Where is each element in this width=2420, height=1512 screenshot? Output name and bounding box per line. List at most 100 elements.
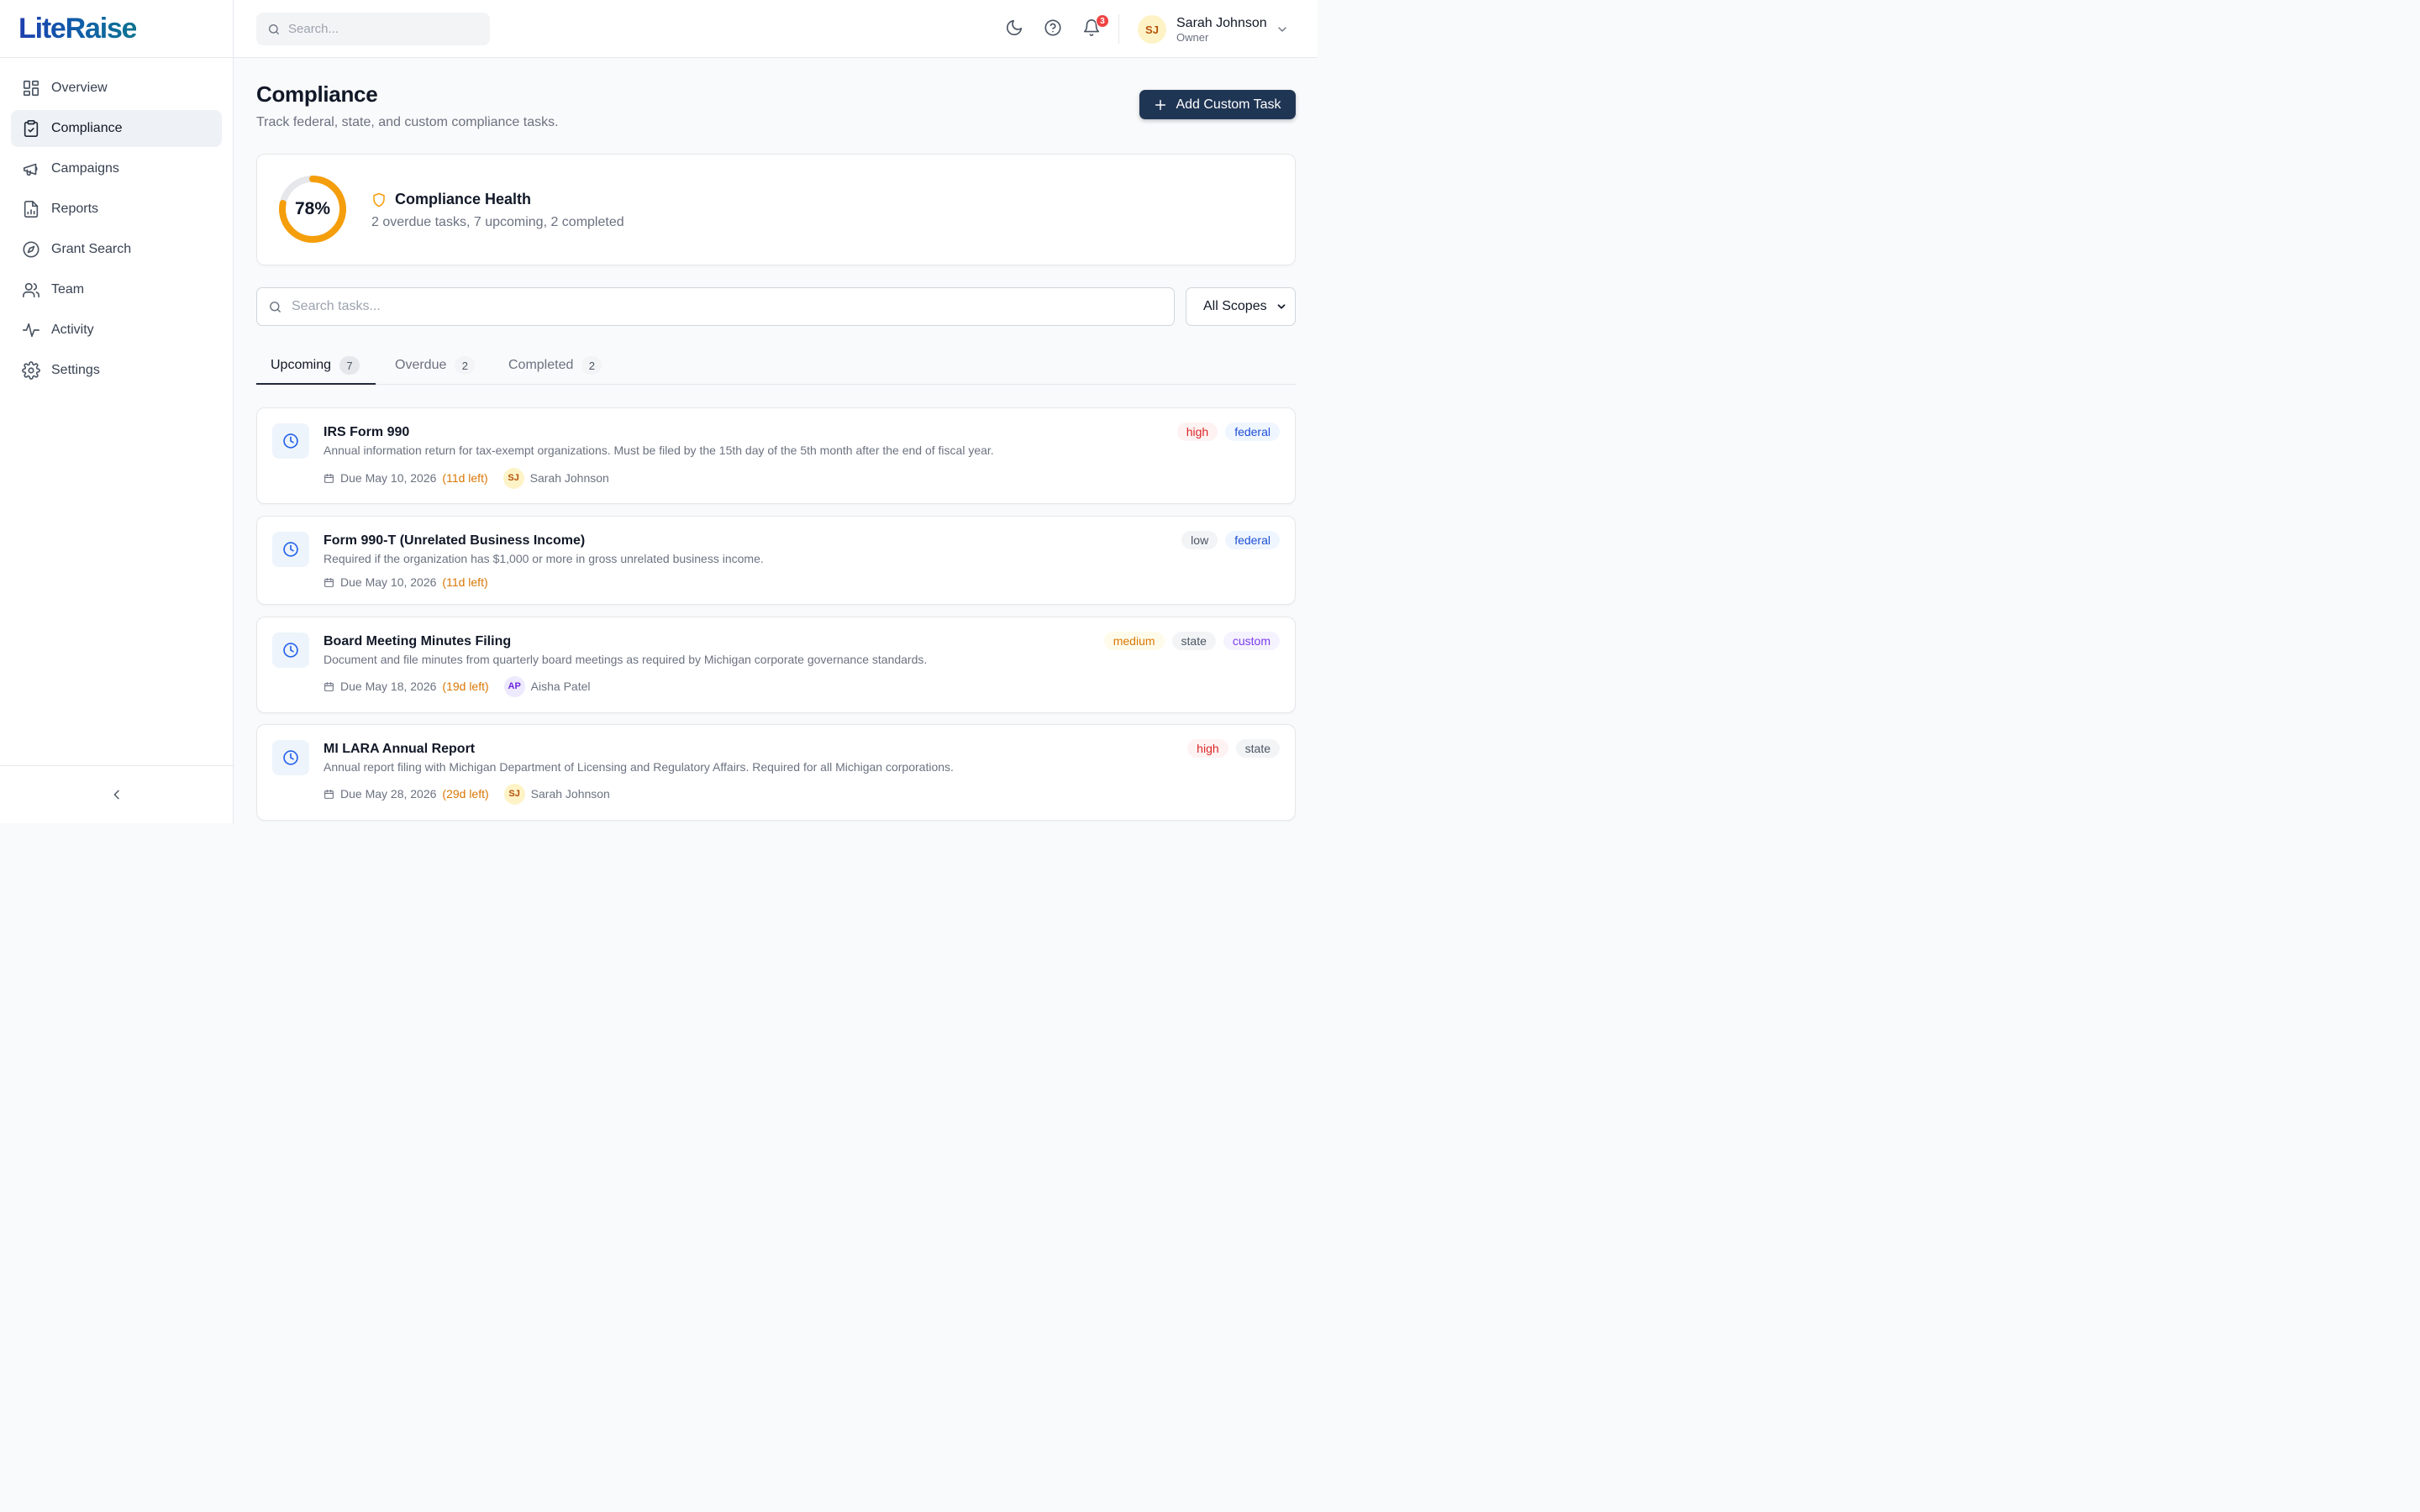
sidebar-item-reports[interactable]: Reports [11,191,222,228]
task-description: Required if the organization has $1,000 … [324,552,764,565]
task-card[interactable]: MI LARA Annual Report Annual report fili… [256,724,1296,821]
task-description: Annual report filing with Michigan Depar… [324,760,954,774]
health-summary: 2 overdue tasks, 7 upcoming, 2 completed [371,215,624,229]
grid-icon [23,80,39,97]
file-chart-icon [24,201,39,218]
calendar-icon [324,789,334,799]
task-title: Form 990-T (Unrelated Business Income) [324,533,586,548]
global-search-input[interactable] [288,22,473,36]
sidebar-item-label: Activity [51,323,94,337]
tab-completed[interactable]: Completed 2 [508,346,602,385]
clipboard-check-icon [24,120,39,137]
task-tags: high state [1180,739,1280,758]
tab-label: Completed [508,358,574,372]
task-card[interactable]: Form 990-T (Unrelated Business Income) R… [256,516,1296,605]
task-tags: high federal [1170,423,1280,441]
user-menu[interactable]: SJ Sarah Johnson Owner [1138,14,1289,45]
task-search[interactable] [256,287,1175,326]
task-description: Annual information return for tax-exempt… [324,444,994,457]
sidebar-item-overview[interactable]: Overview [11,70,222,107]
task-card[interactable]: IRS Form 990 Annual information return f… [256,407,1296,504]
health-title-text: Compliance Health [395,191,532,207]
global-search[interactable] [256,13,490,45]
scope-badge: federal [1225,531,1280,549]
clock-icon [283,542,298,557]
task-title: IRS Form 990 [324,425,410,439]
assignee-avatar: SJ [503,783,525,805]
active-tab-indicator [256,383,376,385]
sidebar-nav: Overview Compliance Campaigns Reports Gr… [0,58,233,404]
tab-count: 2 [581,356,602,375]
moon-icon [1006,19,1023,36]
task-meta: Due May 18, 2026 (19d left) AP Aisha Pat… [324,675,590,697]
megaphone-icon [23,163,38,176]
tab-count: 2 [455,356,476,375]
task-days-left: (11d left) [442,471,488,485]
notifications-button[interactable]: 3 [1082,14,1109,39]
sidebar-item-team[interactable]: Team [11,271,222,308]
sidebar-item-label: Compliance [51,121,123,135]
task-card[interactable]: Board Meeting Minutes Filing Document an… [256,617,1296,713]
help-button[interactable] [1044,18,1064,39]
collapse-sidebar-button[interactable] [104,782,129,807]
chevron-down-icon [1277,304,1286,309]
type-badge: custom [1223,632,1280,650]
add-custom-task-button[interactable]: Add Custom Task [1139,90,1296,119]
activity-icon [23,323,39,338]
user-info: Sarah Johnson Owner [1176,15,1267,45]
task-tags: low federal [1174,531,1280,549]
scope-select[interactable]: All Scopes [1186,287,1296,326]
tab-label: Overdue [395,358,447,372]
priority-badge: low [1181,531,1218,549]
task-status-icon [272,423,309,459]
priority-badge: high [1176,423,1218,441]
users-icon [23,282,39,298]
app-logo[interactable]: LiteRaise [18,13,138,45]
plus-icon [1155,99,1166,110]
task-search-input[interactable] [292,299,1132,314]
task-days-left: (11d left) [442,575,488,589]
scope-badge: state [1171,632,1216,650]
assignee-name: Sarah Johnson [529,471,609,485]
sidebar-item-campaigns[interactable]: Campaigns [11,150,222,187]
sidebar-item-label: Settings [51,363,100,377]
task-due-date: Due May 18, 2026 [340,680,437,693]
sidebar-item-grant-search[interactable]: Grant Search [11,231,222,268]
theme-toggle-button[interactable] [1005,18,1025,39]
topbar: 3 SJ Sarah Johnson Owner [234,0,1318,58]
task-title: MI LARA Annual Report [324,742,476,756]
clock-icon [283,433,298,449]
task-assignee: SJ Sarah Johnson [503,783,610,805]
task-due-date: Due May 10, 2026 [340,575,437,589]
task-description: Document and file minutes from quarterly… [324,653,928,666]
tab-count: 7 [339,356,360,375]
calendar-icon [324,681,334,691]
sidebar-item-activity[interactable]: Activity [11,312,222,349]
task-meta: Due May 10, 2026 (11d left) SJ Sarah Joh… [324,467,609,489]
health-title: Compliance Health [371,191,531,208]
tab-upcoming[interactable]: Upcoming 7 [271,346,360,385]
logo-area: LiteRaise [0,0,233,58]
chevron-left-icon [113,790,119,800]
assignee-name: Aisha Patel [530,680,591,693]
sidebar-item-label: Overview [51,81,108,95]
topbar-divider [1118,14,1119,44]
priority-badge: high [1187,739,1228,758]
calendar-icon [324,473,334,483]
sidebar-item-label: Reports [51,202,99,216]
scope-select-value: All Scopes [1203,299,1267,313]
clock-icon [283,750,298,765]
task-assignee: SJ Sarah Johnson [502,467,609,489]
page-title: Compliance [256,81,378,107]
compass-icon [23,241,39,258]
chevron-down-icon [1277,27,1286,32]
user-name: Sarah Johnson [1176,15,1267,30]
sidebar-item-settings[interactable]: Settings [11,352,222,389]
shield-icon [373,192,385,207]
sidebar: LiteRaise Overview Compliance Campaigns … [0,0,234,823]
tab-overdue[interactable]: Overdue 2 [395,346,476,385]
task-meta: Due May 28, 2026 (29d left) SJ Sarah Joh… [324,783,610,805]
gear-icon [22,361,40,380]
task-meta: Due May 10, 2026 (11d left) [324,571,488,593]
sidebar-item-compliance[interactable]: Compliance [11,110,222,147]
